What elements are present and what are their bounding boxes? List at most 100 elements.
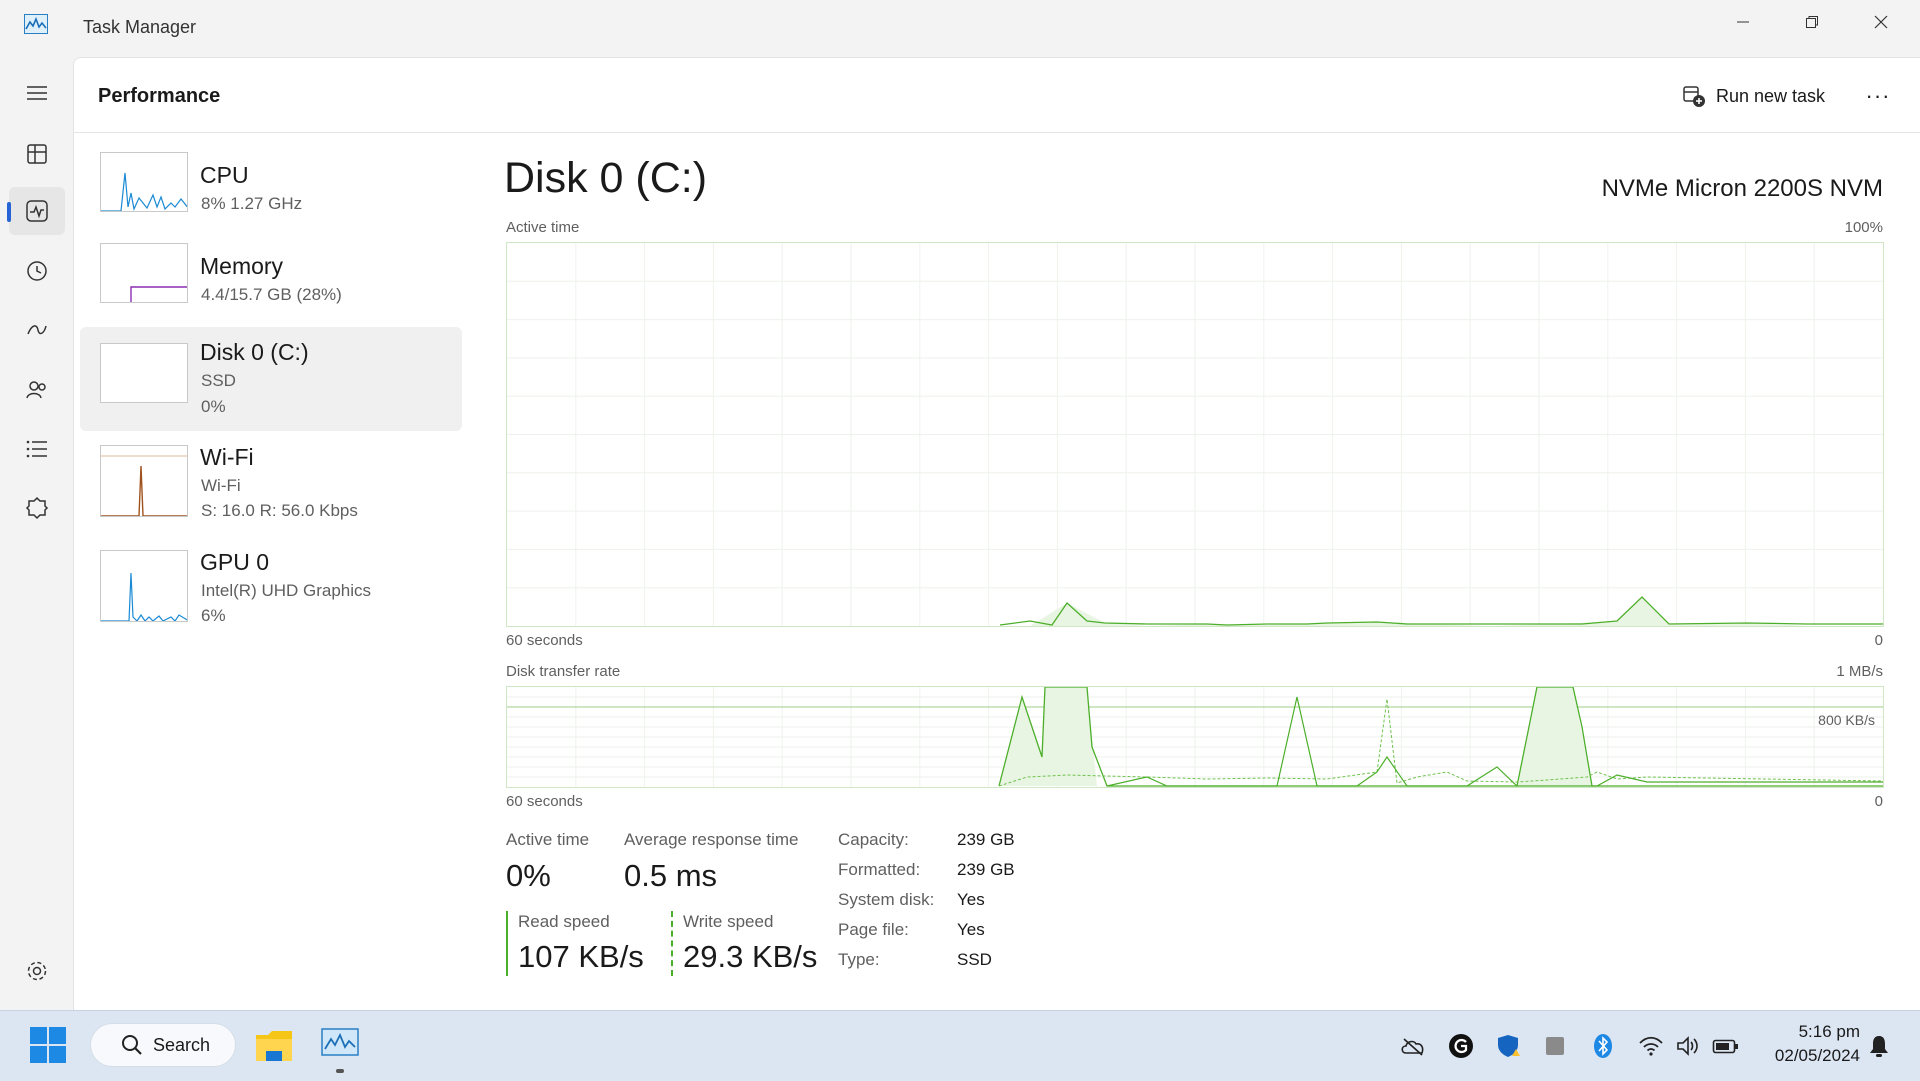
nav-services[interactable] — [9, 484, 65, 532]
transfer-rate-graph: 800 KB/s — [506, 686, 1884, 788]
page-file-label: Page file: — [838, 920, 909, 939]
active-time-graph-min: 0 — [1874, 632, 1883, 649]
window-title: Task Manager — [83, 17, 197, 37]
more-options-button[interactable]: ··· — [1858, 78, 1898, 114]
type-value: SSD — [957, 950, 992, 969]
close-button[interactable] — [1858, 8, 1904, 36]
running-indicator — [336, 1069, 344, 1073]
restore-button[interactable] — [1789, 8, 1835, 36]
startup-icon — [27, 325, 47, 335]
main-content: Performance Run new task ··· CPU 8% 1.27… — [73, 57, 1920, 1010]
system-disk-label: System disk: — [838, 890, 935, 909]
minimize-button[interactable] — [1720, 8, 1766, 36]
nav-startup-apps[interactable] — [9, 306, 65, 354]
page-file-value: Yes — [957, 920, 985, 939]
read-speed-label: Read speed — [518, 912, 610, 931]
battery-icon[interactable] — [1712, 1033, 1738, 1059]
bluetooth-icon[interactable] — [1590, 1033, 1616, 1059]
transfer-rate-graph-max: 1 MB/s — [1836, 663, 1883, 680]
active-time-value: 0% — [506, 858, 551, 893]
page-header: Performance Run new task ··· — [74, 58, 1920, 133]
sidebar-item-name: Wi-Fi — [200, 444, 254, 470]
read-speed-value: 107 KB/s — [518, 939, 644, 974]
sidebar-item-name: Memory — [200, 253, 284, 279]
notification-bell-icon[interactable] — [1866, 1033, 1892, 1059]
avg-response-label: Average response time — [624, 830, 799, 849]
cpu-thumbnail-graph — [100, 152, 188, 212]
processes-icon — [27, 144, 47, 164]
windows-security-warning-icon[interactable] — [1496, 1033, 1522, 1059]
disk-title: Disk 0 (C:) — [504, 154, 708, 202]
clock-date: 02/05/2024 — [1774, 1046, 1860, 1065]
active-time-graph — [506, 242, 1884, 627]
sidebar-item-name: Disk 0 (C:) — [200, 339, 309, 365]
nav-performance[interactable] — [7, 187, 65, 235]
transfer-rate-graph-svg: 800 KB/s — [507, 687, 1883, 787]
write-speed-label: Write speed — [683, 912, 774, 931]
sidebar-item-detail: Intel(R) UHD Graphics — [201, 581, 372, 600]
active-time-graph-xlabel: 60 seconds — [506, 632, 583, 649]
page-title: Performance — [98, 85, 221, 107]
run-task-icon — [1683, 86, 1705, 107]
sidebar-item-name: CPU — [200, 162, 249, 188]
sidebar-item-disk0[interactable]: Disk 0 (C:) SSD 0% — [80, 327, 462, 431]
taskbar-search-label: Search — [153, 1034, 211, 1055]
settings-gear-icon — [27, 961, 47, 981]
active-time-label: Active time — [506, 830, 590, 849]
title-bar: Task Manager — [0, 0, 1920, 57]
active-time-graph-svg — [507, 243, 1883, 626]
file-explorer-taskbar-button[interactable] — [254, 1025, 294, 1065]
taskbar-search-box[interactable]: Search — [90, 1023, 236, 1067]
formatted-label: Formatted: — [838, 860, 921, 879]
nav-settings[interactable] — [9, 947, 65, 995]
services-icon — [25, 496, 49, 520]
nav-app-history[interactable] — [9, 247, 65, 295]
active-time-graph-label: Active time — [506, 219, 580, 236]
taskbar-clock[interactable]: 5:16 pm 02/05/2024 — [1750, 1020, 1860, 1068]
sidebar-item-detail-2: S: 16.0 R: 56.0 Kbps — [201, 501, 358, 520]
details-list-icon — [26, 440, 47, 458]
sidebar-item-gpu0[interactable]: GPU 0 Intel(R) UHD Graphics 6% — [80, 536, 462, 640]
sidebar-item-name: GPU 0 — [200, 549, 270, 575]
transfer-rate-graph-xlabel: 60 seconds — [506, 793, 583, 810]
onedrive-offline-icon[interactable] — [1400, 1033, 1426, 1059]
navigation-rail — [0, 57, 73, 1010]
disk-thumbnail-graph — [100, 343, 188, 403]
sidebar-item-wifi[interactable]: Wi-Fi Wi-Fi S: 16.0 R: 56.0 Kbps — [80, 431, 462, 535]
capacity-label: Capacity: — [838, 830, 909, 849]
nav-details[interactable] — [9, 425, 65, 473]
run-new-task-button[interactable]: Run new task — [1674, 78, 1833, 114]
volume-icon[interactable] — [1675, 1033, 1701, 1059]
hamburger-menu-button[interactable] — [9, 69, 65, 117]
avg-response-value: 0.5 ms — [624, 858, 718, 893]
formatted-value: 239 GB — [957, 860, 1015, 879]
grammarly-icon[interactable] — [1448, 1033, 1474, 1059]
start-button[interactable] — [30, 1027, 66, 1063]
nav-users[interactable] — [9, 366, 65, 414]
active-time-graph-max: 100% — [1844, 219, 1883, 236]
nav-processes[interactable] — [9, 130, 65, 178]
disk-model: NVMe Micron 2200S NVM — [1601, 175, 1883, 202]
taskbar: Search 5:16 pm 02/05/2024 — [0, 1010, 1920, 1081]
sidebar-item-detail-2: 6% — [201, 606, 226, 625]
notes-tray-icon[interactable] — [1542, 1033, 1568, 1059]
windows-logo-icon — [30, 1027, 66, 1063]
gpu-thumbnail-graph — [100, 550, 188, 622]
sidebar-item-detail-2: 0% — [201, 397, 226, 416]
read-speed-indicator — [506, 911, 508, 976]
type-label: Type: — [838, 950, 880, 969]
write-speed-value: 29.3 KB/s — [683, 939, 818, 974]
task-manager-taskbar-button[interactable] — [320, 1027, 360, 1073]
performance-icon — [26, 200, 48, 222]
sidebar-item-cpu[interactable]: CPU 8% 1.27 GHz — [80, 140, 462, 244]
transfer-rate-graph-min: 0 — [1874, 793, 1883, 810]
transfer-rate-mid-label: 800 KB/s — [1818, 712, 1875, 728]
history-icon — [27, 261, 47, 281]
task-manager-icon — [321, 1028, 359, 1056]
sidebar-item-detail: 8% 1.27 GHz — [201, 194, 303, 213]
transfer-rate-graph-label: Disk transfer rate — [506, 663, 621, 680]
hamburger-icon — [27, 86, 47, 100]
sidebar-item-memory[interactable]: Memory 4.4/15.7 GB (28%) — [80, 231, 462, 335]
run-new-task-label: Run new task — [1716, 85, 1826, 106]
wifi-icon[interactable] — [1638, 1033, 1664, 1059]
